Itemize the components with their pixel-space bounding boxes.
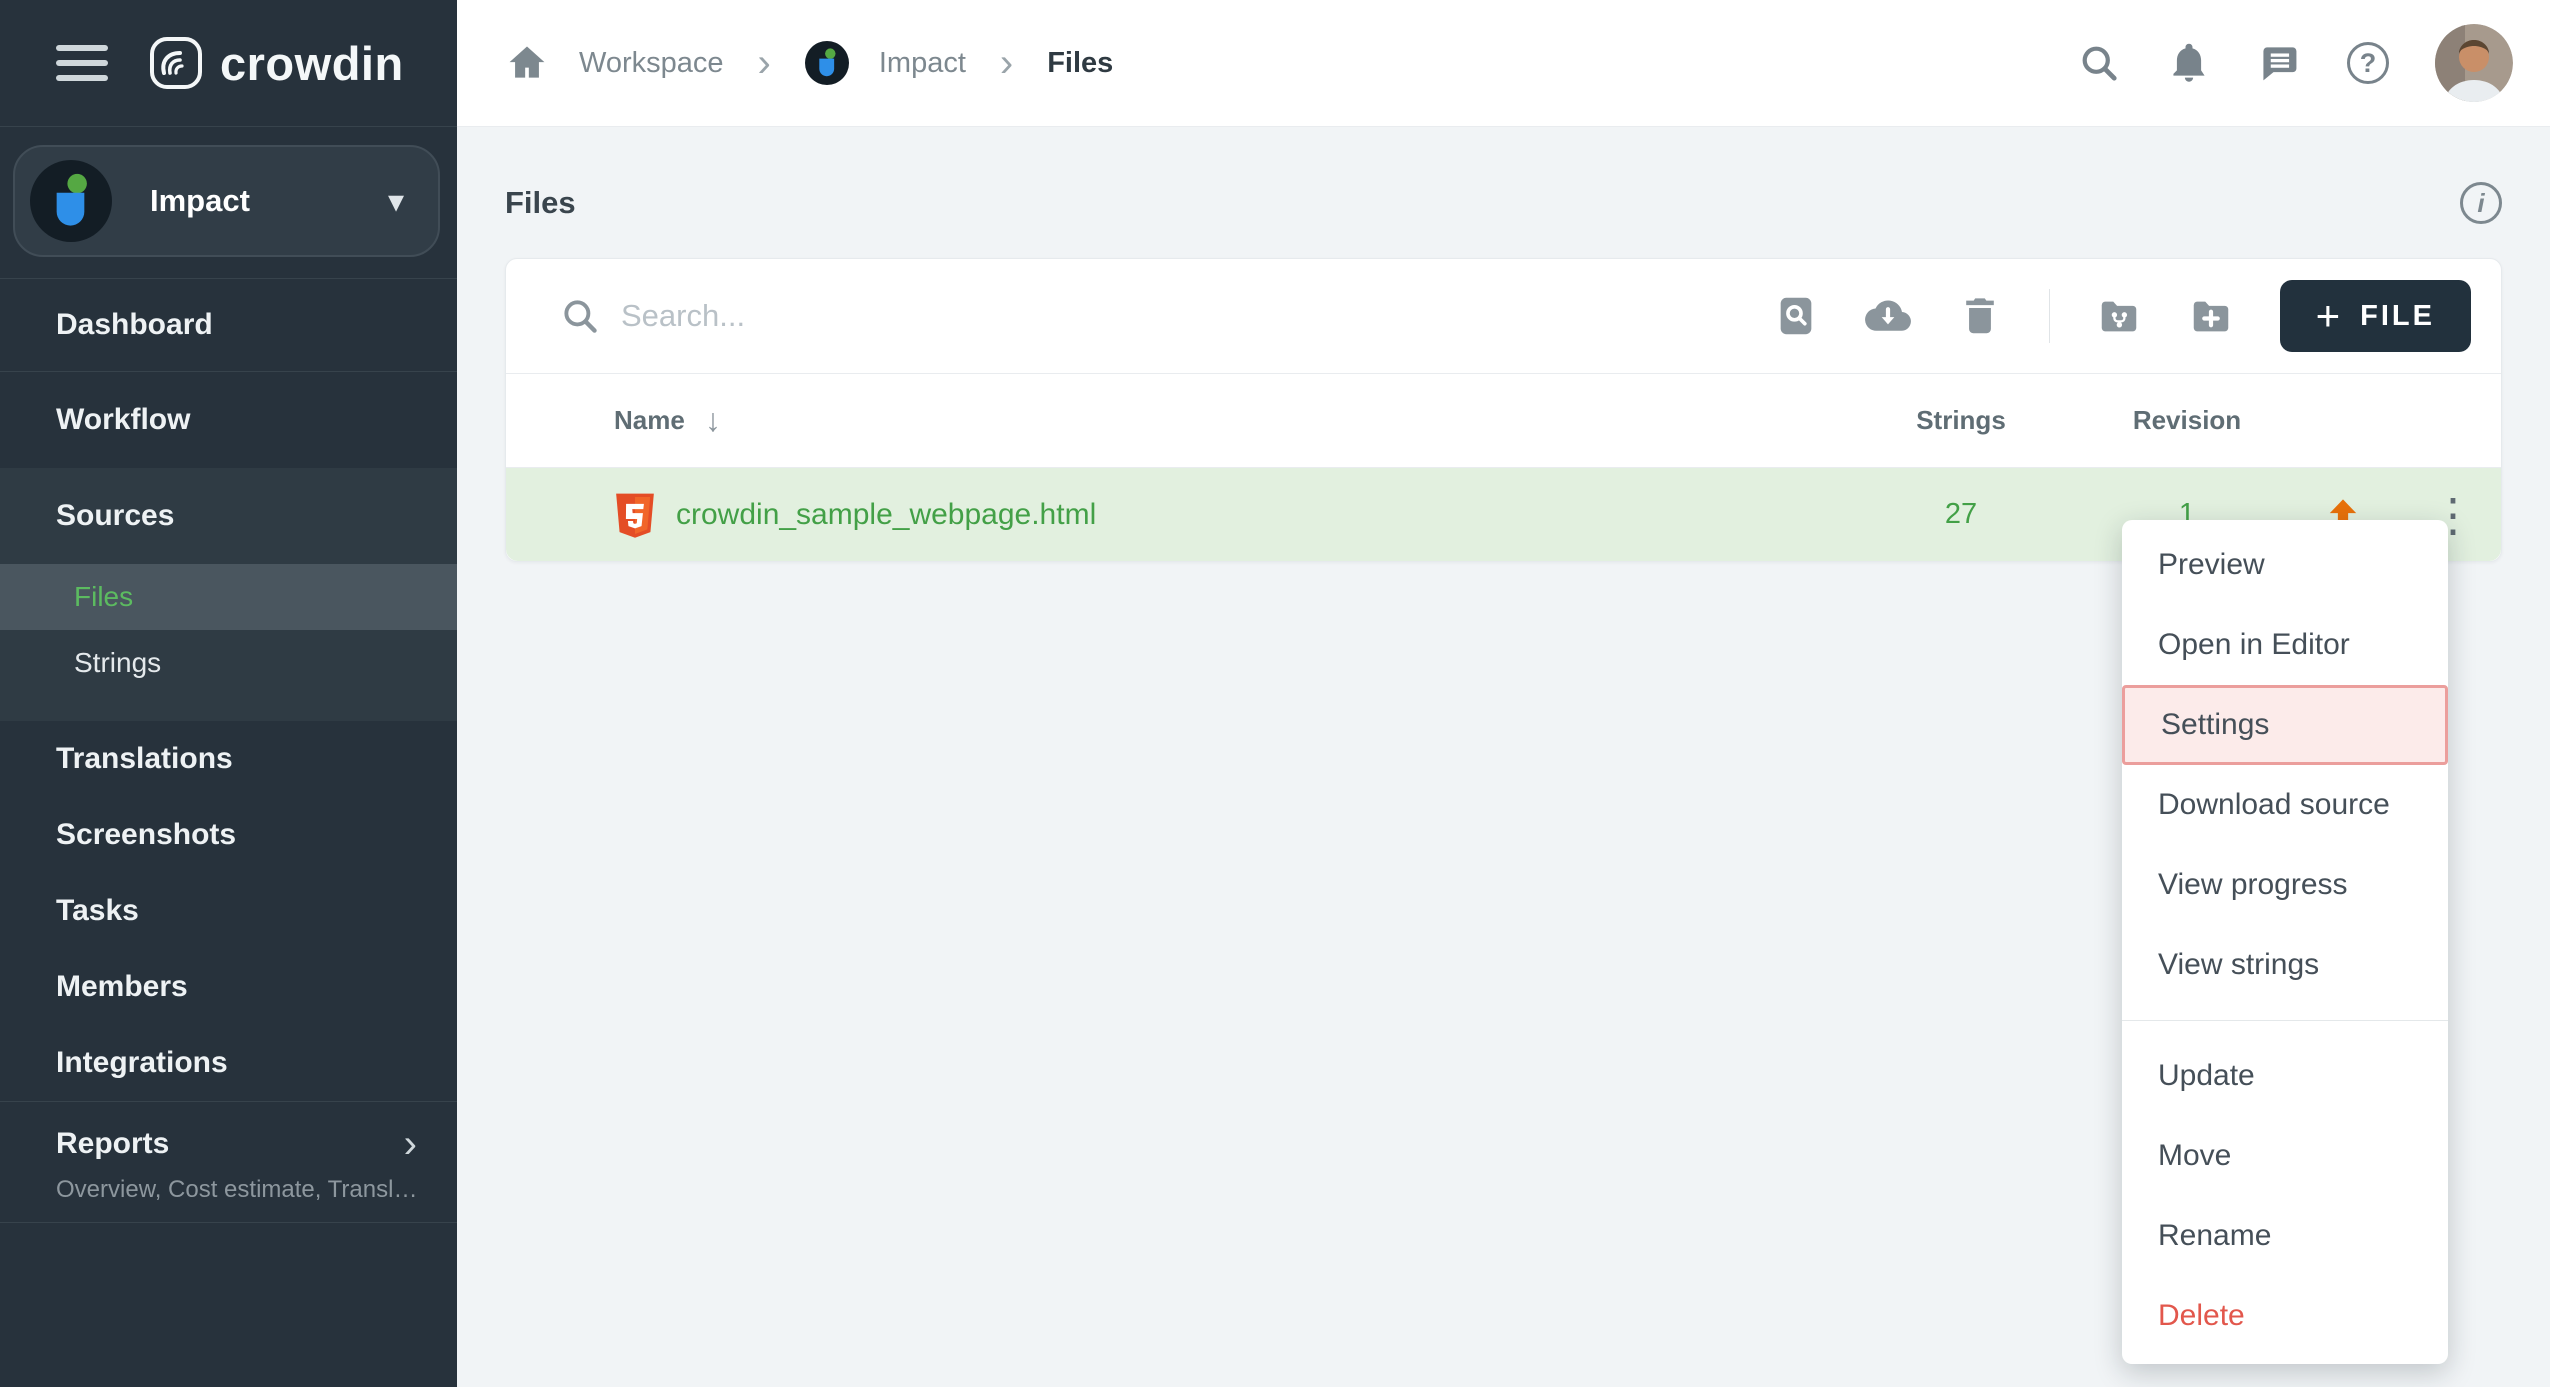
sidebar-item-tasks[interactable]: Tasks: [0, 873, 457, 949]
sidebar-item-label: Screenshots: [56, 818, 236, 852]
messages-icon[interactable]: [2257, 41, 2301, 85]
html5-file-icon: [614, 491, 656, 539]
menu-item-preview[interactable]: Preview: [2122, 525, 2448, 605]
search-box: [559, 295, 1181, 337]
project-selector-wrap: Impact ▾: [0, 127, 457, 278]
sidebar-divider: [0, 1222, 457, 1223]
table-header: Name ↓ Strings Revision: [506, 373, 2501, 468]
reports-subtitle: Overview, Cost estimate, Transl…: [56, 1176, 417, 1204]
caret-down-icon: ▾: [388, 182, 404, 220]
sidebar-item-label: Tasks: [56, 894, 139, 928]
project-avatar-icon: [30, 160, 112, 242]
sidebar-item-workflow[interactable]: Workflow: [0, 372, 457, 468]
sidebar-item-members[interactable]: Members: [0, 949, 457, 1025]
page-title: Files: [505, 185, 576, 221]
file-context-menu: Preview Open in Editor Settings Download…: [2122, 520, 2448, 1364]
hamburger-menu-icon[interactable]: [56, 45, 108, 81]
sidebar-item-label: Integrations: [56, 1046, 228, 1080]
page-head: Files i: [505, 163, 2502, 243]
chevron-right-icon: ›: [754, 43, 775, 83]
menu-item-view-progress[interactable]: View progress: [2122, 845, 2448, 925]
breadcrumb-workspace[interactable]: Workspace: [579, 47, 724, 80]
notifications-bell-icon[interactable]: [2167, 41, 2211, 85]
branch-folder-icon[interactable]: [2096, 293, 2142, 339]
column-header-name[interactable]: Name ↓: [614, 402, 721, 439]
breadcrumb-project-avatar: [805, 41, 849, 85]
sidebar-item-translations[interactable]: Translations: [0, 721, 457, 797]
menu-item-view-strings[interactable]: View strings: [2122, 925, 2448, 1005]
home-icon[interactable]: [505, 41, 549, 85]
file-strings-count: 27: [1945, 498, 1977, 531]
breadcrumb-current: Files: [1047, 47, 1113, 80]
add-file-button[interactable]: + FILE: [2280, 280, 2471, 352]
sidebar-item-strings[interactable]: Strings: [0, 630, 457, 696]
sidebar-item-sources[interactable]: Sources: [0, 468, 457, 564]
logo-text: crowdin: [220, 36, 404, 91]
menu-item-settings[interactable]: Settings: [2122, 685, 2448, 765]
sidebar-item-reports[interactable]: Reports › Overview, Cost estimate, Trans…: [0, 1102, 457, 1222]
file-name[interactable]: crowdin_sample_webpage.html: [676, 498, 1096, 532]
question-glyph: ?: [2360, 48, 2377, 79]
sidebar-item-label: Reports: [56, 1127, 169, 1161]
menu-item-update[interactable]: Update: [2122, 1036, 2448, 1116]
topbar-icons: ?: [2077, 24, 2513, 102]
search-icon[interactable]: [2077, 41, 2121, 85]
breadcrumb: Workspace › Impact › Files: [505, 41, 1113, 85]
menu-divider: [2122, 1020, 2448, 1021]
sort-desc-icon: ↓: [705, 402, 721, 439]
new-folder-icon[interactable]: [2188, 293, 2234, 339]
sidebar-section-sources: Sources Files Strings: [0, 468, 457, 721]
menu-item-open-in-editor[interactable]: Open in Editor: [2122, 605, 2448, 685]
download-translations-icon[interactable]: [1865, 293, 1911, 339]
toolbar-actions: [1773, 289, 2234, 343]
delete-trash-icon[interactable]: [1957, 293, 2003, 339]
project-selector[interactable]: Impact ▾: [13, 145, 440, 257]
sidebar-item-label: Strings: [74, 647, 161, 679]
file-preview-search-icon[interactable]: [1773, 293, 1819, 339]
project-name: Impact: [150, 183, 250, 219]
search-input[interactable]: [621, 298, 1181, 334]
sidebar-item-label: Files: [74, 581, 133, 613]
sidebar-header: crowdin: [0, 0, 457, 127]
sidebar-item-screenshots[interactable]: Screenshots: [0, 797, 457, 873]
chevron-right-icon: ›: [996, 43, 1017, 83]
column-header-strings[interactable]: Strings: [1916, 405, 2006, 436]
menu-item-delete[interactable]: Delete: [2122, 1276, 2448, 1356]
info-icon[interactable]: i: [2460, 182, 2502, 224]
sidebar-item-label: Members: [56, 970, 188, 1004]
help-icon[interactable]: ?: [2347, 42, 2389, 84]
user-avatar[interactable]: [2435, 24, 2513, 102]
info-glyph: i: [2477, 188, 2484, 219]
files-toolbar: + FILE: [506, 259, 2501, 373]
crowdin-logo[interactable]: crowdin: [148, 35, 404, 91]
plus-icon: +: [2316, 295, 2341, 337]
menu-item-download-source[interactable]: Download source: [2122, 765, 2448, 845]
breadcrumb-project[interactable]: Impact: [879, 47, 966, 80]
files-card: + FILE Name ↓ Strings Revision crowdin_s…: [505, 258, 2502, 562]
crowdin-logo-icon: [148, 35, 204, 91]
column-header-revision[interactable]: Revision: [2133, 405, 2241, 436]
search-icon: [559, 295, 601, 337]
sidebar-item-integrations[interactable]: Integrations: [0, 1025, 457, 1101]
add-file-button-label: FILE: [2360, 300, 2435, 333]
sidebar-item-label: Workflow: [56, 403, 190, 437]
column-header-label: Name: [614, 405, 685, 436]
sidebar: crowdin Impact ▾ Dashboard Workflow Sour…: [0, 0, 457, 1387]
menu-item-move[interactable]: Move: [2122, 1116, 2448, 1196]
topbar: Workspace › Impact › Files ?: [457, 0, 2550, 127]
chevron-right-icon: ›: [404, 1124, 417, 1164]
sidebar-item-files[interactable]: Files: [0, 564, 457, 630]
toolbar-divider: [2049, 289, 2050, 343]
sidebar-item-dashboard[interactable]: Dashboard: [0, 279, 457, 371]
menu-item-rename[interactable]: Rename: [2122, 1196, 2448, 1276]
sidebar-item-label: Sources: [56, 499, 174, 533]
sidebar-item-label: Translations: [56, 742, 233, 776]
sidebar-item-label: Dashboard: [56, 308, 213, 342]
user-avatar-photo: [2435, 24, 2513, 102]
